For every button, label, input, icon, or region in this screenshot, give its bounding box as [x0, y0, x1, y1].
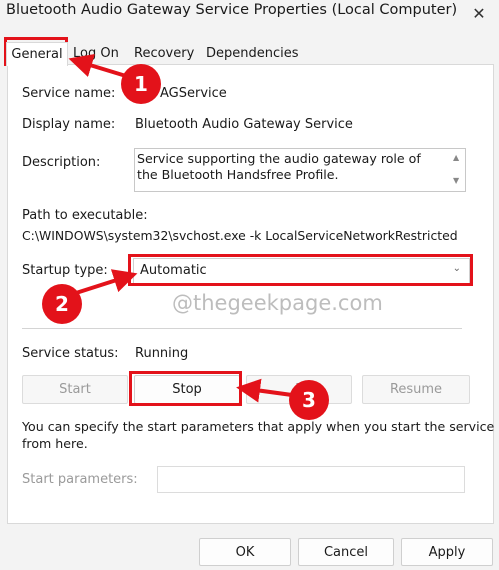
divider [22, 328, 462, 329]
watermark: @thegeekpage.com [172, 291, 383, 315]
description-value: Service supporting the audio gateway rol… [137, 151, 421, 182]
service-name-label: Service name: [22, 86, 116, 101]
step-marker-2: 2 [42, 284, 82, 324]
description-scrollbar[interactable]: ▲ ▼ [449, 149, 465, 191]
tab-recovery[interactable]: Recovery [134, 42, 194, 64]
close-icon[interactable]: ✕ [459, 0, 499, 26]
highlight-stop-button [129, 371, 242, 406]
description-box[interactable]: Service supporting the audio gateway rol… [134, 148, 466, 192]
ok-button[interactable]: OK [199, 538, 291, 566]
start-parameters-input[interactable] [157, 466, 465, 493]
tab-general[interactable]: General [6, 42, 68, 66]
apply-button[interactable]: Apply [401, 538, 493, 566]
start-params-hint-line2: from here. [22, 436, 88, 451]
resume-button[interactable]: Resume [362, 375, 470, 404]
description-label: Description: [22, 155, 101, 170]
display-name-label: Display name: [22, 117, 116, 132]
step-marker-1: 1 [121, 64, 161, 104]
start-parameters-label: Start parameters: [22, 472, 138, 487]
tab-log-on[interactable]: Log On [73, 42, 119, 64]
display-name-value: Bluetooth Audio Gateway Service [135, 117, 353, 132]
window-title: Bluetooth Audio Gateway Service Properti… [6, 2, 458, 18]
start-button[interactable]: Start [22, 375, 128, 404]
service-name-value: AGService [160, 86, 227, 101]
path-label: Path to executable: [22, 208, 148, 223]
highlight-startup-type [128, 254, 473, 286]
path-value: C:\WINDOWS\system32\svchost.exe -k Local… [22, 228, 458, 243]
service-status-label: Service status: [22, 346, 119, 361]
tab-dependencies[interactable]: Dependencies [206, 42, 299, 64]
startup-type-label: Startup type: [22, 263, 108, 278]
scroll-up-icon[interactable]: ▲ [453, 153, 459, 162]
cancel-button[interactable]: Cancel [298, 538, 394, 566]
scroll-down-icon[interactable]: ▼ [453, 176, 459, 185]
start-params-hint-line1: You can specify the start parameters tha… [22, 419, 495, 434]
step-marker-3: 3 [289, 380, 329, 420]
service-status-value: Running [135, 346, 189, 361]
